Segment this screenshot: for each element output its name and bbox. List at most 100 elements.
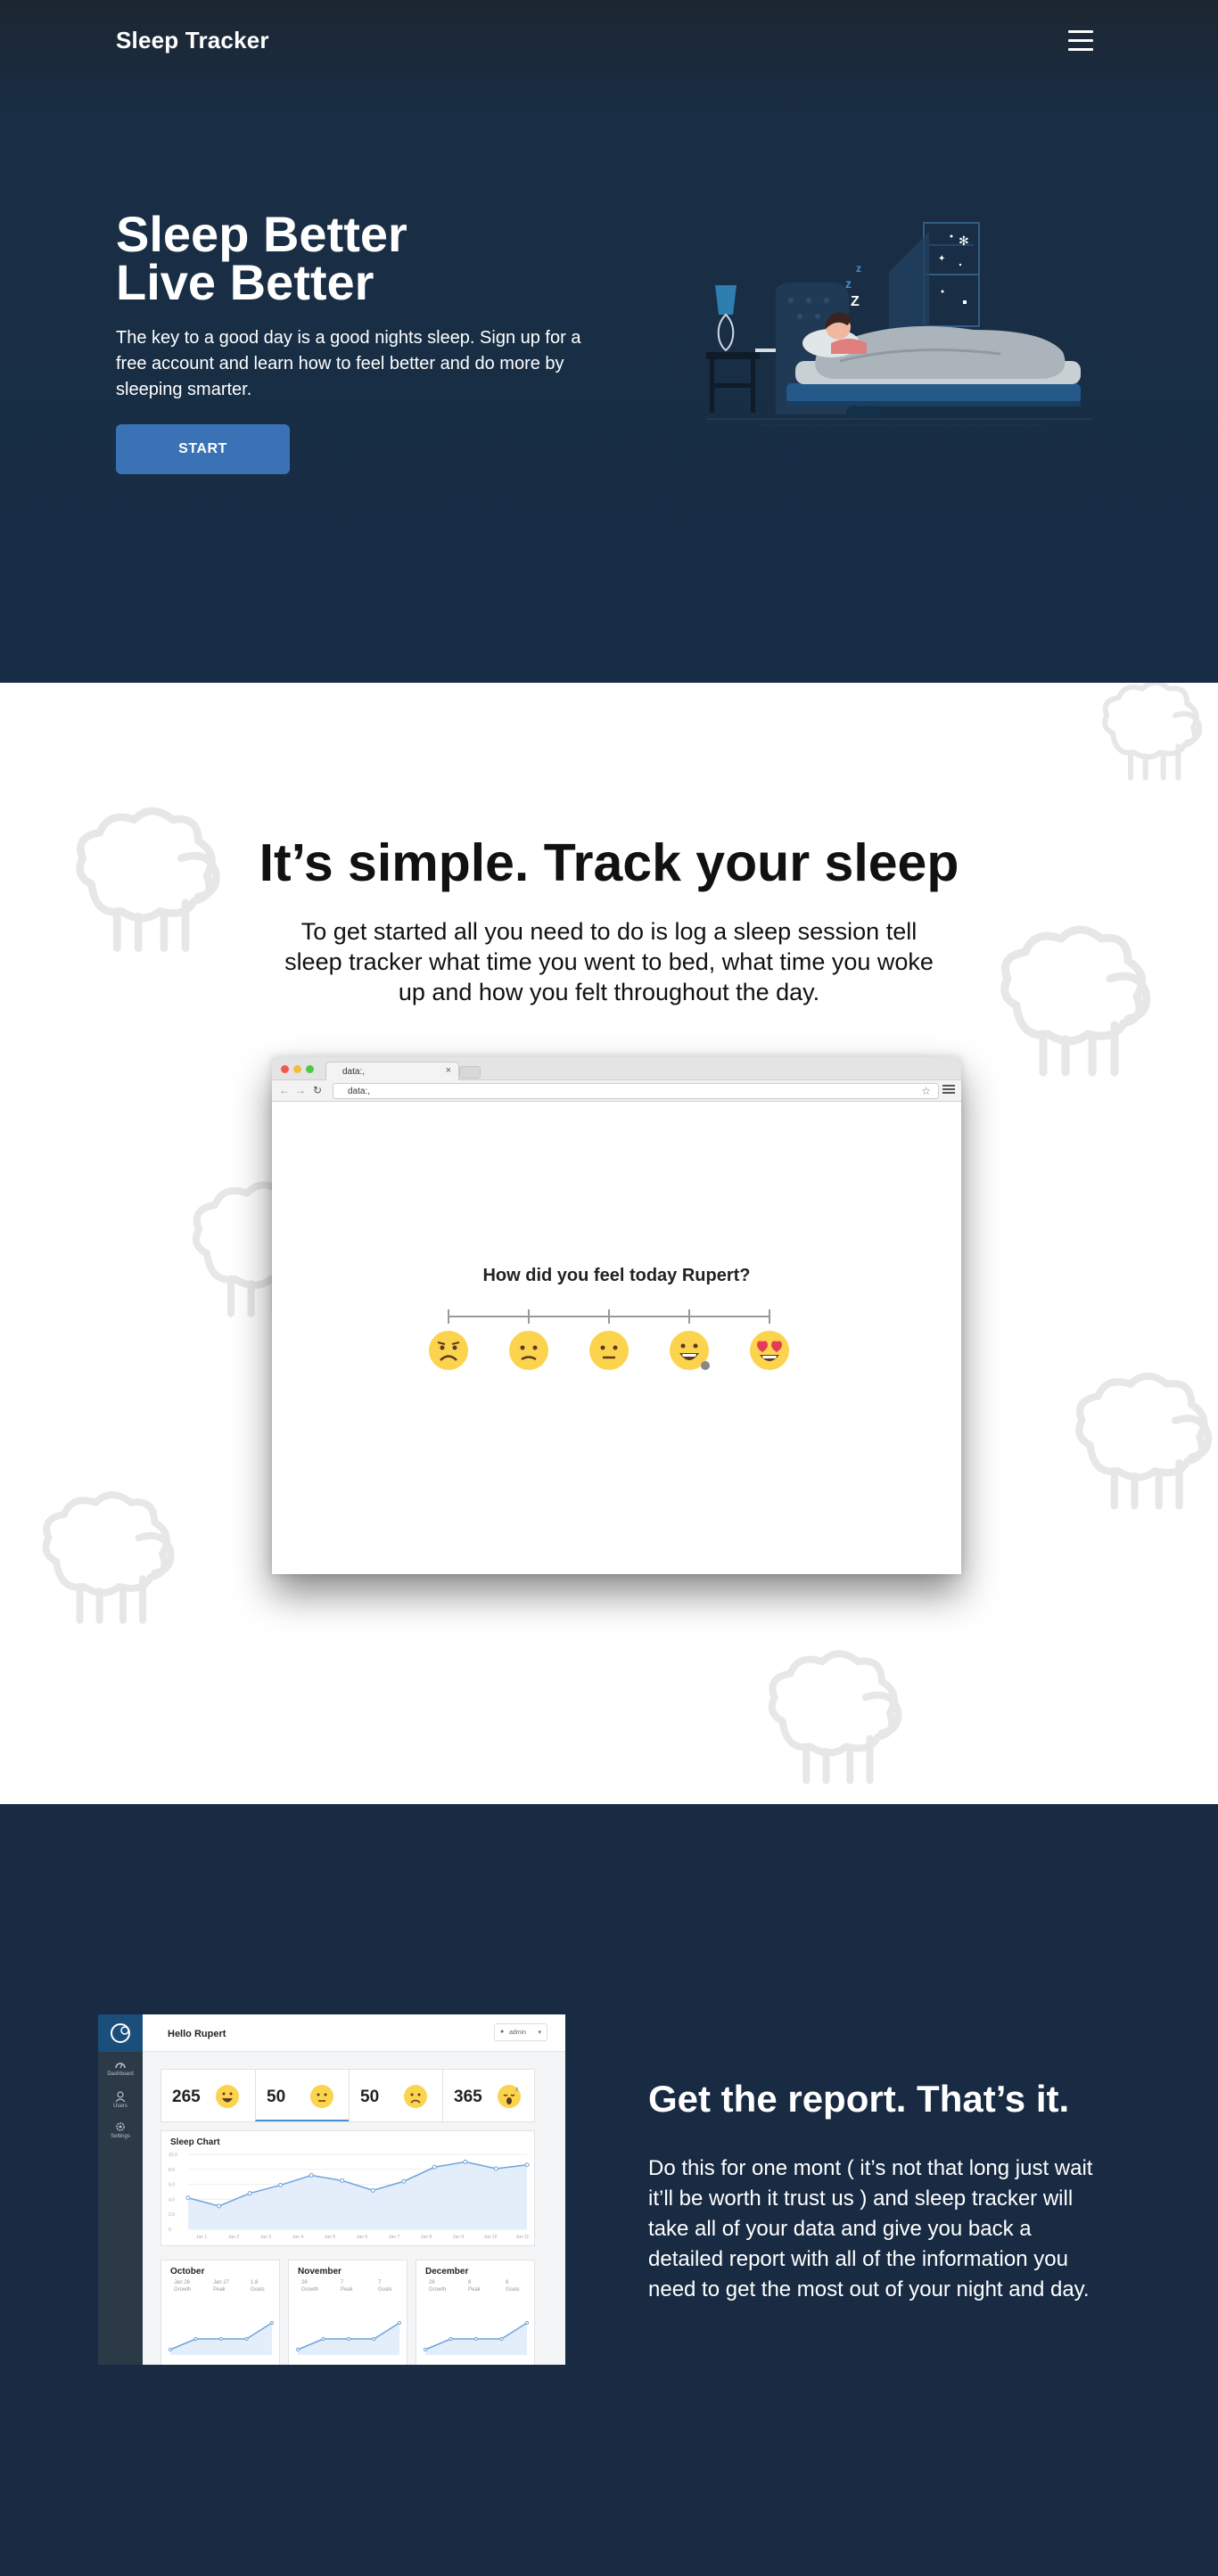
very-sad-face-icon[interactable] bbox=[428, 1330, 469, 1371]
hamburger-menu-icon[interactable] bbox=[1068, 30, 1093, 52]
track-sleep-subtitle: To get started all you need to do is log… bbox=[284, 918, 934, 1005]
chart-y-tick-label: 2.0 bbox=[169, 2212, 175, 2218]
sheep-logo-icon[interactable] bbox=[98, 2014, 143, 2052]
forward-arrow-icon[interactable]: → bbox=[295, 1084, 306, 1096]
chart-y-tick-label: 10.0 bbox=[169, 2153, 177, 2158]
sidebar-item-settings[interactable]: Settings bbox=[98, 2121, 143, 2139]
chart-point[interactable] bbox=[370, 2187, 375, 2193]
chart-x-tick-label: Jan 4 bbox=[292, 2235, 303, 2240]
sheep-icon bbox=[1102, 683, 1203, 781]
dashboard-stats: 265 50 50 365 z bbox=[160, 2069, 535, 2122]
night-window-icon: ✻ ✦ bbox=[889, 222, 980, 334]
chart-point[interactable] bbox=[309, 2173, 314, 2178]
month-card-november: November 26 Growth 7 Peak 7 Goals bbox=[288, 2260, 407, 2365]
chart-point[interactable] bbox=[247, 2191, 252, 2196]
dashboard-mockup: Dashboard Users Settings Hello Rupert ad… bbox=[98, 2014, 565, 2365]
month-chart-point bbox=[449, 2336, 453, 2342]
hero-title-line-2: Live Better bbox=[116, 254, 374, 310]
lamp-icon bbox=[715, 285, 737, 352]
month-col-value: 26 bbox=[429, 2280, 435, 2285]
sleep-chart-card: Sleep Chart 10.0 8.0 6.0 4.0 2.0 0 Jan 1 Jan 2 J… bbox=[160, 2130, 535, 2246]
heart-eyes-face-icon[interactable] bbox=[749, 1330, 790, 1371]
reload-icon[interactable]: ↻ bbox=[313, 1084, 322, 1096]
month-chart-point bbox=[473, 2336, 479, 2342]
browser-tab[interactable]: data:, × bbox=[325, 1062, 459, 1080]
sheep-icon bbox=[1000, 925, 1151, 1077]
stat-card[interactable]: 365 z bbox=[442, 2070, 536, 2121]
chart-point[interactable] bbox=[524, 2162, 530, 2168]
chart-point[interactable] bbox=[217, 2203, 222, 2209]
sleeping-person-illustration: ✻ ✦ z z Z bbox=[706, 222, 1093, 426]
month-col-value: 7 bbox=[378, 2280, 382, 2285]
back-arrow-icon[interactable]: ← bbox=[279, 1084, 290, 1096]
close-tab-icon[interactable]: × bbox=[446, 1065, 451, 1076]
chart-point[interactable] bbox=[463, 2159, 468, 2164]
month-col-value: 8 bbox=[506, 2280, 509, 2285]
chart-y-tick-label: 8.0 bbox=[169, 2168, 175, 2173]
sleep-chart-title: Sleep Chart bbox=[170, 2137, 220, 2147]
chart-point[interactable] bbox=[278, 2182, 284, 2187]
bookmark-star-icon[interactable]: ☆ bbox=[921, 1085, 931, 1097]
month-col-label: Growth bbox=[301, 2287, 319, 2293]
month-card-columns: 26 Growth 8 Peak 8 Goals bbox=[425, 2280, 531, 2300]
month-col-label: Goals bbox=[251, 2287, 265, 2293]
stat-card[interactable]: 50 bbox=[349, 2070, 442, 2121]
stat-card[interactable]: 50 bbox=[255, 2070, 349, 2121]
month-chart bbox=[168, 2320, 275, 2355]
chart-x-tick-label: Jan 11 bbox=[516, 2235, 530, 2240]
new-tab-button[interactable] bbox=[459, 1066, 481, 1079]
chart-x-tick-label: Jan 3 bbox=[260, 2235, 271, 2240]
month-col-value: 1.8 bbox=[251, 2280, 259, 2285]
maximize-window-dot-icon[interactable] bbox=[306, 1065, 314, 1073]
browser-tab-title: data:, bbox=[342, 1067, 366, 1077]
month-col-value: Jan 26 bbox=[174, 2280, 191, 2285]
sidebar-item-label: Dashboard bbox=[107, 2071, 134, 2077]
chart-point[interactable] bbox=[432, 2164, 437, 2170]
brand-logo[interactable]: Sleep Tracker bbox=[116, 27, 269, 54]
user-dropdown[interactable]: admin ● ▾ bbox=[494, 2023, 547, 2041]
stat-value: 365 bbox=[454, 2088, 482, 2106]
month-col-label: Goals bbox=[378, 2287, 392, 2293]
chart-x-tick-label: Jan 10 bbox=[483, 2235, 497, 2240]
sidebar-item-users[interactable]: Users bbox=[98, 2091, 143, 2109]
stat-card[interactable]: 265 bbox=[161, 2070, 255, 2121]
chart-point[interactable] bbox=[185, 2195, 191, 2201]
month-chart bbox=[423, 2320, 530, 2355]
close-window-dot-icon[interactable] bbox=[281, 1065, 289, 1073]
month-chart-point bbox=[269, 2320, 275, 2326]
browser-page: How did you feel today Rupert? bbox=[272, 1102, 961, 1574]
svg-text:✦: ✦ bbox=[938, 254, 945, 264]
month-card-december: December 26 Growth 8 Peak 8 Goals bbox=[416, 2260, 535, 2365]
month-card-columns: Jan 26 Growth Jan 27 Peak 1.8 Goals bbox=[170, 2280, 276, 2300]
chart-point[interactable] bbox=[340, 2178, 345, 2183]
month-card-october: October Jan 26 Growth Jan 27 Peak 1.8 Go… bbox=[160, 2260, 280, 2365]
start-button[interactable]: START bbox=[116, 424, 290, 474]
sheep-icon bbox=[1075, 1372, 1213, 1510]
month-card-columns: 26 Growth 7 Peak 7 Goals bbox=[298, 2280, 403, 2300]
speedometer-icon bbox=[115, 2063, 126, 2069]
happy-face-icon[interactable] bbox=[669, 1330, 710, 1371]
chart-point[interactable] bbox=[401, 2178, 407, 2184]
sidebar-item-dashboard[interactable]: Dashboard bbox=[98, 2059, 143, 2077]
address-bar[interactable]: data:, ☆ bbox=[333, 1083, 939, 1099]
month-chart-point bbox=[372, 2336, 376, 2342]
chart-point[interactable] bbox=[493, 2166, 498, 2171]
zzz-medium: z bbox=[845, 276, 852, 291]
report-section: Dashboard Users Settings Hello Rupert ad… bbox=[0, 1804, 1218, 2576]
browser-menu-icon[interactable] bbox=[942, 1085, 955, 1095]
month-col-value: 8 bbox=[468, 2280, 472, 2285]
month-chart-point bbox=[218, 2336, 224, 2342]
chart-x-tick-label: Jan 1 bbox=[196, 2235, 207, 2240]
sidebar-item-label: Settings bbox=[111, 2134, 130, 2139]
chart-x-tick-label: Jan 8 bbox=[421, 2235, 432, 2240]
neutral-face-icon[interactable] bbox=[588, 1330, 630, 1371]
mood-scale-tick bbox=[528, 1309, 530, 1324]
browser-toolbar: ← → ↻ data:, ☆ bbox=[272, 1080, 961, 1102]
month-card-title: December bbox=[425, 2267, 469, 2277]
month-col-value: 7 bbox=[341, 2280, 344, 2285]
sad-face-icon[interactable] bbox=[508, 1330, 549, 1371]
track-sleep-title: It’s simple. Track your sleep bbox=[259, 833, 959, 892]
mood-scale-tick bbox=[688, 1309, 690, 1324]
address-bar-url: data:, bbox=[348, 1087, 371, 1096]
minimize-window-dot-icon[interactable] bbox=[293, 1065, 301, 1073]
